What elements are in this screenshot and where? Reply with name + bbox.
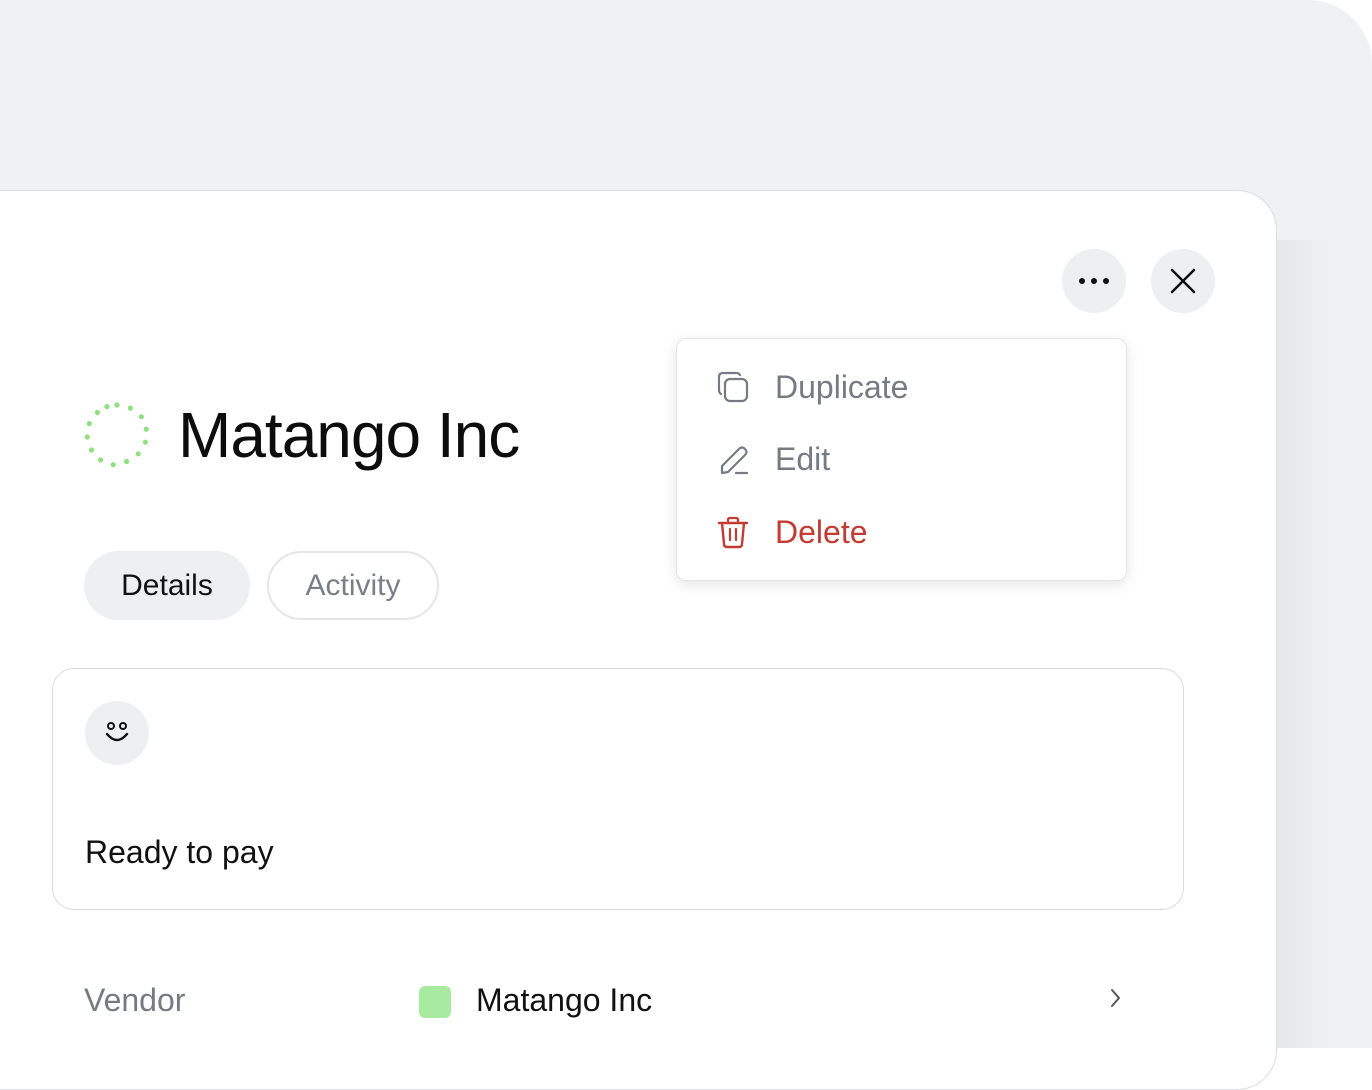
menu-item-duplicate[interactable]: Duplicate	[715, 362, 908, 412]
pencil-icon	[715, 441, 751, 477]
vendor-label: Vendor	[84, 982, 186, 1018]
status-card: Ready to pay	[52, 668, 1184, 910]
tab-activity[interactable]: Activity	[267, 551, 439, 620]
detail-panel	[0, 190, 1277, 1090]
panel-header: Matango Inc	[84, 395, 520, 475]
vendor-field[interactable]: Vendor Matango Inc	[84, 978, 1134, 1028]
more-actions-button[interactable]	[1062, 249, 1126, 313]
panel-shadow	[1270, 240, 1330, 1048]
vendor-value: Matango Inc	[476, 982, 653, 1018]
menu-item-label: Delete	[775, 513, 868, 550]
tab-bar: Details Activity	[84, 551, 439, 620]
trash-icon	[715, 514, 751, 550]
vendor-color-swatch	[419, 986, 451, 1018]
menu-item-delete[interactable]: Delete	[715, 507, 868, 557]
page-title: Matango Inc	[178, 399, 520, 471]
close-button[interactable]	[1151, 249, 1215, 313]
smiley-icon	[105, 722, 129, 742]
status-text: Ready to pay	[85, 834, 274, 870]
tab-details[interactable]: Details	[84, 551, 250, 620]
menu-item-label: Duplicate	[775, 368, 909, 405]
dotted-circle-icon	[84, 402, 149, 468]
chevron-right-icon	[1111, 989, 1120, 1007]
actions-menu: Duplicate Edit Delete	[676, 338, 1127, 581]
menu-item-label: Edit	[775, 440, 831, 477]
status-avatar	[85, 701, 149, 765]
menu-item-edit[interactable]: Edit	[715, 434, 830, 484]
duplicate-icon	[715, 369, 751, 405]
ellipsis-icon	[1079, 278, 1109, 284]
close-icon	[1170, 268, 1196, 294]
